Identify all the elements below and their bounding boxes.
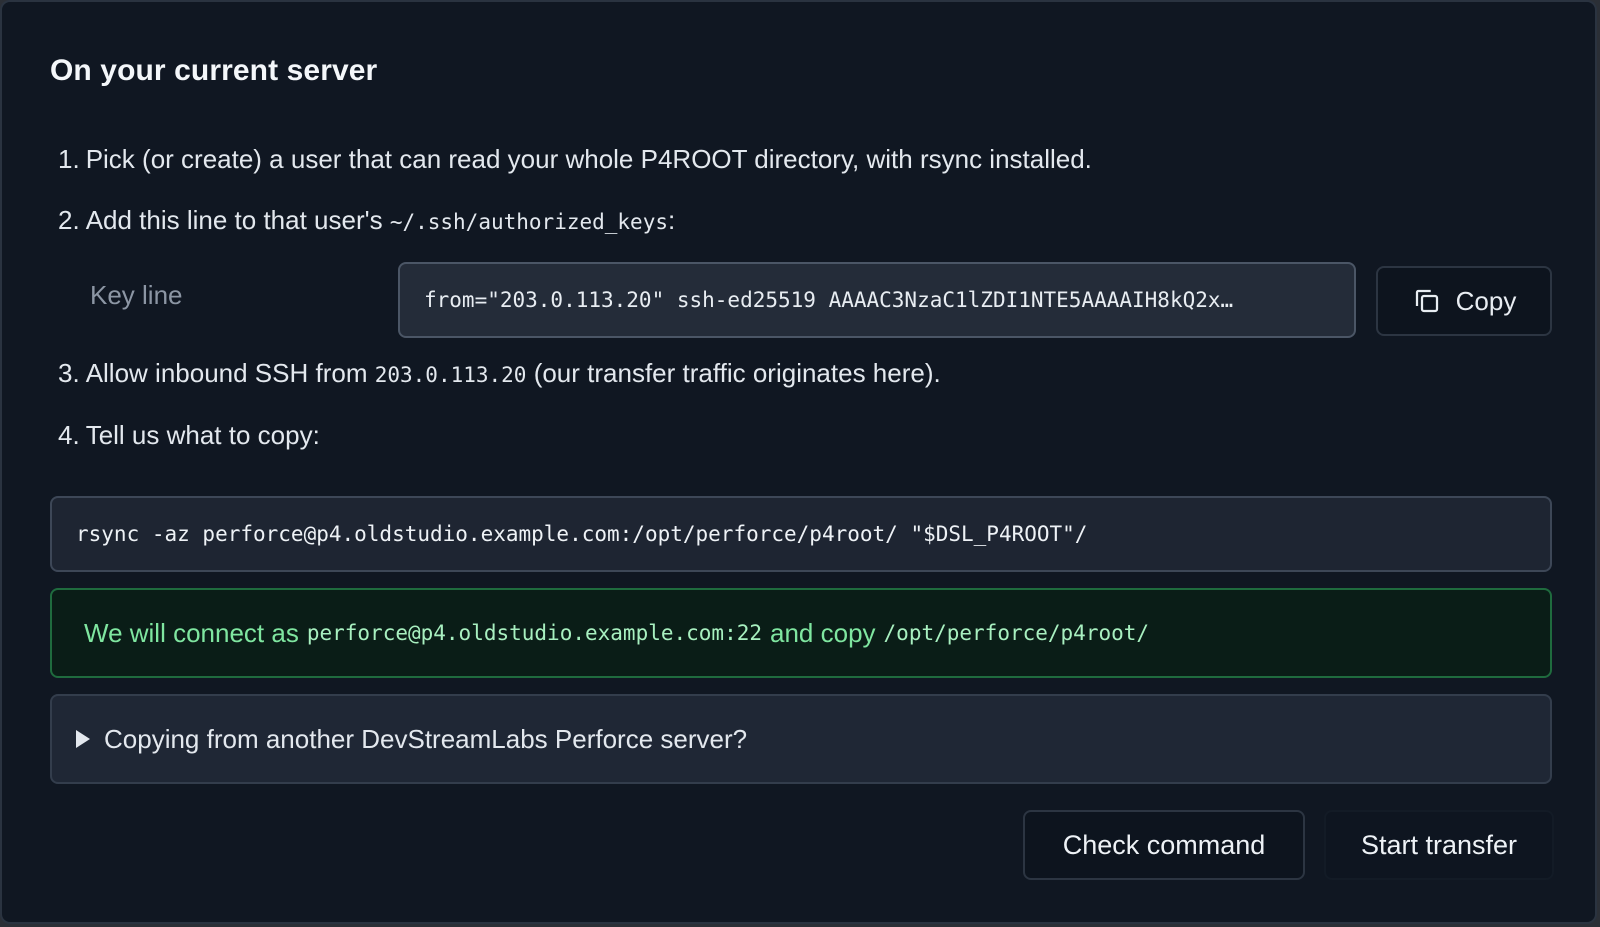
disclosure-triangle-icon <box>76 730 90 748</box>
copy-button-label: Copy <box>1455 285 1517 316</box>
step-number: 1. <box>58 144 80 174</box>
rsync-command-input[interactable]: rsync -az perforce@p4.oldstudio.example.… <box>50 496 1552 572</box>
step-text: Pick (or create) a user that can read yo… <box>85 144 1092 174</box>
step-1: 1. Pick (or create) a user that can read … <box>58 144 1092 175</box>
copy-key-button[interactable]: Copy <box>1376 266 1552 336</box>
step-2: 2. Add this line to that user's ~/.ssh/au… <box>58 205 675 236</box>
step-number: 2. <box>58 205 80 235</box>
section-title: On your current server <box>50 54 378 87</box>
authorized-keys-path: ~/.ssh/authorized_keys <box>389 210 668 234</box>
step-text: Tell us what to copy: <box>85 420 320 450</box>
key-line-value[interactable]: from="203.0.113.20" ssh-ed25519 AAAAC3Nz… <box>424 288 1330 312</box>
start-transfer-button[interactable]: Start transfer <box>1324 810 1554 880</box>
status-middle: and copy <box>770 617 876 648</box>
status-path: /opt/perforce/p4root/ <box>883 621 1150 645</box>
another-server-disclosure[interactable]: Copying from another DevStreamLabs Perfo… <box>50 694 1552 784</box>
connection-status-banner: We will connect as perforce@p4.oldstudio… <box>50 588 1552 678</box>
copy-icon <box>1415 289 1438 313</box>
status-host: perforce@p4.oldstudio.example.com:22 <box>306 621 762 645</box>
source-ip: 203.0.113.20 <box>374 363 527 387</box>
check-command-button[interactable]: Check command <box>1023 810 1305 880</box>
key-line-label: Key line <box>90 280 183 310</box>
disclosure-summary: Copying from another DevStreamLabs Perfo… <box>104 723 748 754</box>
step-3: 3. Allow inbound SSH from 203.0.113.20 (o… <box>58 358 941 389</box>
step-4: 4. Tell us what to copy: <box>58 420 320 451</box>
step-text-suffix: (our transfer traffic originates here). <box>533 358 941 388</box>
step-text: Add this line to that user's <box>85 205 383 235</box>
rsync-command-value[interactable]: rsync -az perforce@p4.oldstudio.example.… <box>76 522 1087 546</box>
step-number: 3. <box>58 358 80 388</box>
step-text-suffix: : <box>667 205 676 235</box>
step-text: Allow inbound SSH from <box>85 358 368 388</box>
transfer-panel: On your current server 1. Pick (or create… <box>0 0 1597 924</box>
status-prefix: We will connect as <box>84 617 299 648</box>
key-line-field[interactable]: from="203.0.113.20" ssh-ed25519 AAAAC3Nz… <box>398 262 1356 338</box>
step-number: 4. <box>58 420 80 450</box>
